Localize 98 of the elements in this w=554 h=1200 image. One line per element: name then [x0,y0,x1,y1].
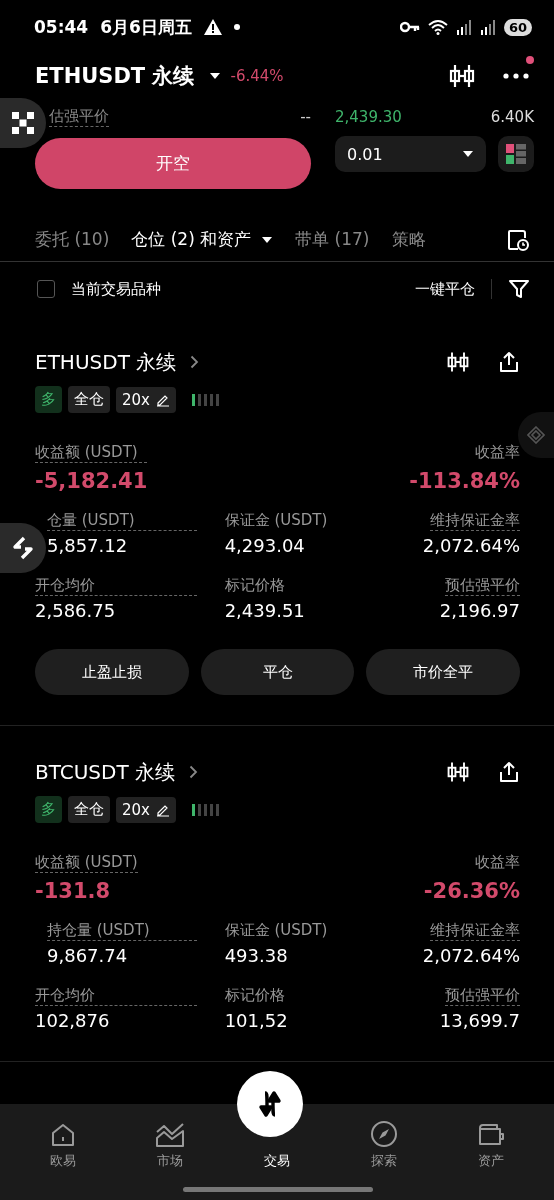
margin-mode-tag: 全仓 [68,796,110,823]
pnl-rate-label: 收益率 [475,443,520,463]
close-all-button[interactable]: 一键平仓 [415,279,475,299]
field-value: 9,867.74 [47,945,129,966]
chart-icon [155,1122,186,1148]
book-size: 6.40K [490,108,534,126]
position-symbol[interactable]: ETHUSDT 永续 [35,348,177,376]
swap-float-button[interactable] [0,523,46,573]
nav-tab[interactable]: 探索 [343,1118,424,1170]
wifi-icon [427,19,448,35]
pnl-rate-value: -26.36% [423,879,520,903]
position-action-button[interactable]: 市价全平 [366,649,520,695]
swap-icon [10,535,36,561]
more-icon[interactable] [502,72,530,80]
risk-meter [191,393,219,406]
field-label: 仓量 (USDT) [47,511,197,531]
field-value: 4,293.04 [224,535,306,556]
field-label: 持仓量 (USDT) [47,921,197,941]
nav-tab[interactable]: 市场 [130,1118,211,1170]
open-short-button[interactable]: 开空 [35,138,311,189]
chevron-right-icon[interactable] [190,355,200,369]
field-label: 维持保证金率 [430,511,520,531]
field-value: 2,072.64% [422,535,520,556]
nav-tab[interactable]: 欧易 [23,1118,104,1170]
pnl-rate-value: -113.84% [409,469,520,493]
field-label: 保证金 (USDT) [224,511,329,531]
dot-icon [233,24,240,30]
home-icon [50,1122,77,1148]
field-value: 2,072.64% [422,945,520,966]
field-value: 5,857.12 [47,535,129,556]
book-price: 2,439.30 [335,108,402,126]
logo-icon [12,112,34,134]
pnl-label: 收益额 (USDT) [35,443,148,463]
liquidation-price-value: -- [300,108,311,126]
logo-float-button[interactable] [0,98,46,148]
field-label: 预估强平价 [445,986,520,1006]
leverage-tag[interactable]: 20x [116,796,176,823]
warning-icon [203,19,222,35]
caret-icon[interactable] [208,72,221,80]
share-icon[interactable] [498,351,520,373]
tab[interactable]: 带单 (17) [295,228,370,251]
pnl-value: -131.8 [35,879,112,903]
field-value: 2,439.51 [224,600,306,621]
status-date: 6月6日周五 [100,15,192,39]
pair-title[interactable]: ETHUSDT 永续 [35,62,195,90]
leverage-tag[interactable]: 20x [116,386,176,413]
field-label: 维持保证金率 [430,921,520,941]
pnl-label: 收益额 (USDT) [35,853,138,873]
status-time: 05:44 [34,17,89,37]
field-value: 13,699.7 [439,1010,520,1031]
wallet-icon [476,1122,505,1148]
diamond-icon [527,426,545,444]
price-change: -6.44% [230,67,284,85]
nav-tab[interactable]: 交易 [237,1152,317,1170]
field-value: 493.38 [224,945,289,966]
candlestick-icon[interactable] [446,760,470,784]
position-action-button[interactable]: 平仓 [200,649,355,695]
order-history-icon[interactable] [506,227,530,252]
pnl-value: -5,182.41 [35,469,148,493]
order-book-icon [505,143,527,165]
nav-tab[interactable]: 资产 [450,1118,531,1170]
signal-icon [479,19,496,35]
chevron-right-icon[interactable] [189,765,199,779]
field-label: 保证金 (USDT) [224,921,329,941]
caret-icon [462,150,474,158]
field-value: 2,586.75 [35,600,117,621]
current-symbol-filter-label: 当前交易品种 [71,279,161,299]
liquidation-price-label: 估强平价 [49,107,109,127]
diamond-float-button[interactable] [518,412,554,458]
position-symbol[interactable]: BTCUSDT 永续 [35,758,176,786]
key-icon [399,21,420,33]
position-action-button[interactable]: 止盈止损 [35,649,189,695]
filter-icon[interactable] [508,278,530,300]
field-value: 2,196.97 [439,600,520,621]
margin-mode-tag: 全仓 [68,386,110,413]
signal-icon [455,19,472,35]
quantity-dropdown[interactable]: 0.01 [335,136,486,172]
share-icon[interactable] [498,761,520,783]
tab[interactable]: 仓位 (2) 和资产 [131,228,274,251]
field-label: 标记价格 [224,576,286,596]
tab[interactable]: 委托 (10) [35,228,110,251]
long-tag: 多 [35,386,62,413]
risk-meter [191,803,219,816]
candlestick-icon[interactable] [448,62,476,90]
book-layout-button[interactable] [498,136,534,172]
pnl-rate-label: 收益率 [475,853,520,873]
long-tag: 多 [35,796,62,823]
field-label: 开仓均价 [35,576,197,596]
tab[interactable]: 策略 [391,228,426,251]
field-label: 标记价格 [224,986,286,1006]
candlestick-icon[interactable] [446,350,470,374]
compass-icon [369,1120,398,1148]
field-label: 开仓均价 [35,986,197,1006]
field-value: 101,52 [224,1010,289,1031]
field-label: 预估强平价 [445,576,520,596]
checkbox[interactable] [37,280,55,298]
battery-level: 60 [503,18,532,36]
field-value: 102,876 [35,1010,111,1031]
